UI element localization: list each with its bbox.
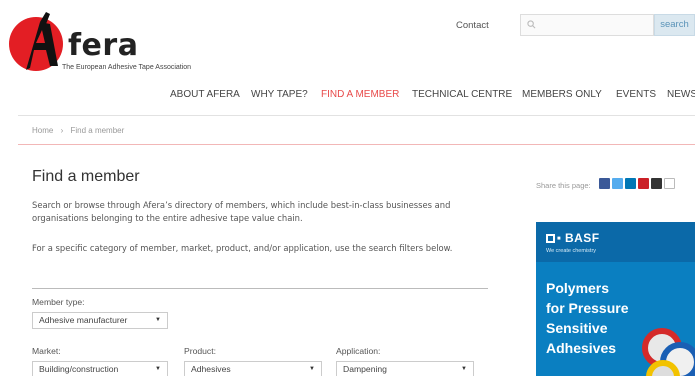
search-icon	[527, 20, 536, 29]
breadcrumb-home[interactable]: Home	[32, 126, 53, 135]
product-value: Adhesives	[191, 364, 231, 374]
nav-item-about-afera[interactable]: ABOUT AFERA	[170, 89, 240, 100]
ad-line-2: for Pressure	[546, 300, 629, 316]
basf-tagline: We create chemistry	[546, 248, 597, 254]
afera-logo-mark-icon	[9, 12, 63, 71]
basf-brand: BASF	[564, 231, 600, 245]
pinterest-icon[interactable]	[638, 178, 649, 189]
nav-divider	[18, 115, 695, 116]
plus-share-icon[interactable]	[651, 178, 662, 189]
member-type-value: Adhesive manufacturer	[39, 315, 128, 325]
product-select[interactable]: Adhesives ▼	[184, 361, 322, 376]
application-label: Application:	[336, 346, 381, 356]
product-label: Product:	[184, 346, 217, 356]
chevron-down-icon: ▼	[309, 366, 315, 372]
afera-logo[interactable]: fera The European Adhesive Tape Associat…	[6, 8, 206, 72]
market-select[interactable]: Building/construction ▼	[32, 361, 168, 376]
basf-ad-banner[interactable]: ■ BASF We create chemistry Polymers for …	[536, 222, 695, 376]
email-icon[interactable]	[664, 178, 675, 189]
chevron-down-icon: ▼	[155, 366, 161, 372]
search-input[interactable]	[539, 17, 651, 33]
linkedin-icon[interactable]	[625, 178, 636, 189]
nav-item-technical-centre[interactable]: TECHNICAL CENTRE	[412, 89, 512, 100]
page-title: Find a member	[32, 168, 140, 185]
market-label: Market:	[32, 346, 61, 356]
basf-logo: ■ BASF	[546, 231, 600, 245]
breadcrumb-separator: ›	[60, 126, 64, 135]
intro-paragraph: Search or browse through Afera’s directo…	[32, 200, 451, 223]
chevron-down-icon: ▼	[155, 317, 161, 323]
nav-item-news[interactable]: NEWS	[667, 89, 695, 100]
filter-instructions: For a specific category of member, marke…	[32, 243, 453, 253]
application-value: Dampening	[343, 364, 387, 374]
application-select[interactable]: Dampening ▼	[336, 361, 474, 376]
contact-link[interactable]: Contact	[456, 20, 489, 31]
nav-item-why-tape[interactable]: WHY TAPE?	[251, 89, 308, 100]
twitter-icon[interactable]	[612, 178, 623, 189]
content-divider	[32, 288, 488, 289]
breadcrumb-divider	[18, 144, 695, 145]
market-value: Building/construction	[39, 364, 119, 374]
search-button[interactable]: search	[654, 14, 695, 36]
ad-line-1: Polymers	[546, 280, 610, 296]
nav-item-find-a-member[interactable]: FIND A MEMBER	[321, 89, 399, 100]
logo-tagline: The European Adhesive Tape Association	[62, 64, 192, 71]
basf-square-icon	[546, 234, 555, 243]
breadcrumb: Home › Find a member	[32, 126, 124, 135]
ad-line-4: Adhesives	[546, 340, 617, 356]
search-field[interactable]	[520, 14, 654, 36]
facebook-icon[interactable]	[599, 178, 610, 189]
nav-item-events[interactable]: EVENTS	[616, 89, 656, 100]
share-icons	[599, 178, 675, 190]
chevron-down-icon: ▼	[461, 366, 467, 372]
breadcrumb-current: Find a member	[70, 126, 125, 135]
member-type-select[interactable]: Adhesive manufacturer ▼	[32, 312, 168, 329]
member-type-label: Member type:	[32, 297, 85, 307]
share-label: Share this page:	[536, 181, 591, 190]
nav-item-members-only[interactable]: MEMBERS ONLY	[522, 89, 602, 100]
ad-line-3: Sensitive	[546, 320, 608, 336]
logo-wordmark: fera	[68, 28, 139, 63]
